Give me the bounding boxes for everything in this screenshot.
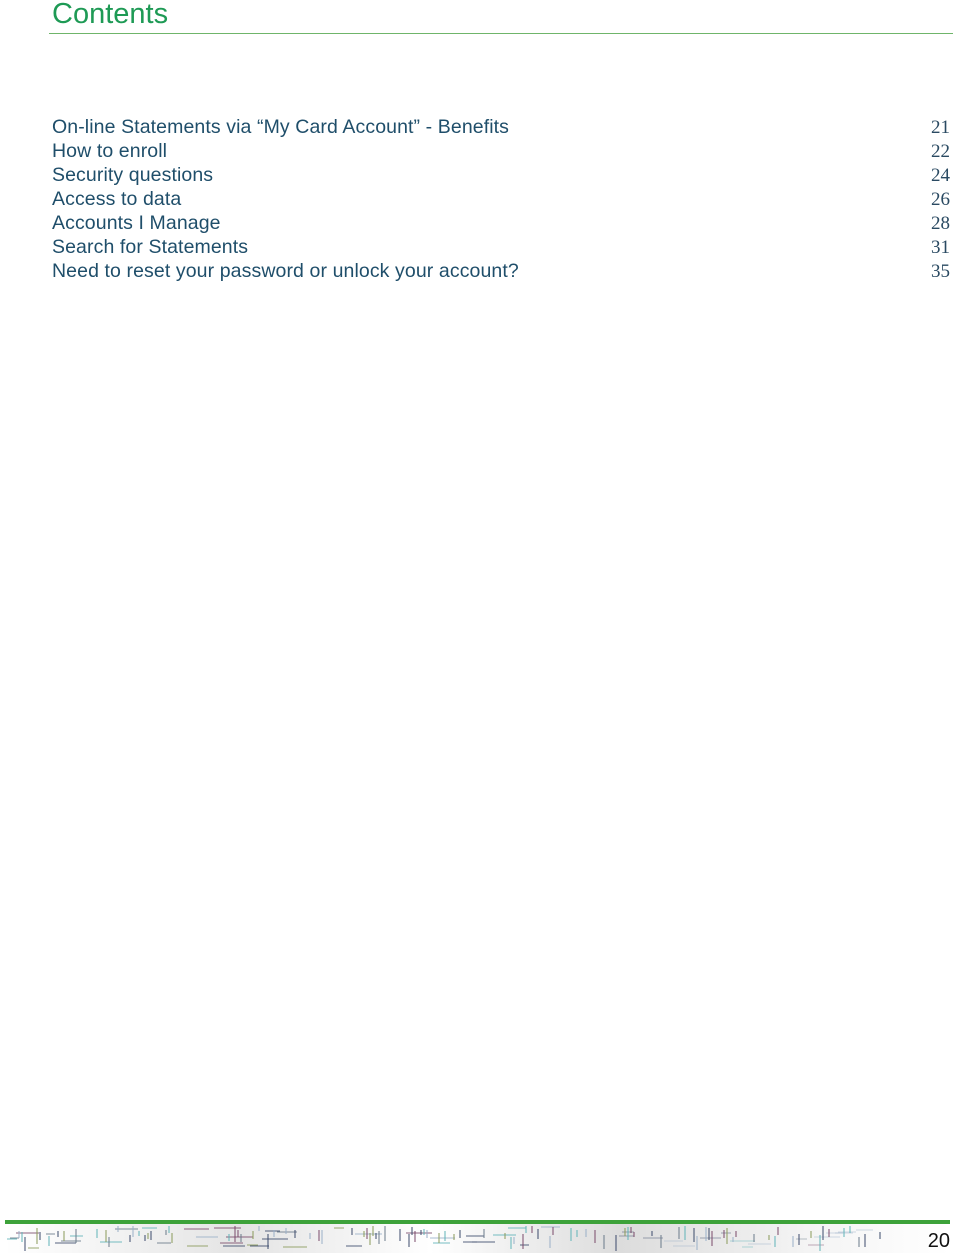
toc-entry-page: 26: [931, 189, 950, 210]
toc-entry-label: Accounts I Manage: [52, 212, 221, 234]
toc-entry-page: 21: [931, 117, 950, 138]
toc-entry[interactable]: Accounts I Manage 28: [52, 211, 950, 235]
toc-entry-label: Need to reset your password or unlock yo…: [52, 260, 519, 282]
toc-entry-label: On-line Statements via “My Card Account”…: [52, 116, 510, 138]
page-number: 20: [927, 1230, 950, 1252]
toc-entry[interactable]: How to enroll 22: [52, 139, 950, 163]
toc-entry[interactable]: On-line Statements via “My Card Account”…: [52, 115, 950, 139]
page-title: Contents: [52, 0, 169, 30]
circuit-pattern-graphic: [7, 1226, 881, 1251]
title-divider: [49, 33, 953, 34]
toc-entry-page: 35: [931, 261, 950, 282]
toc-entry-label: Search for Statements: [52, 236, 249, 258]
toc-entry[interactable]: Search for Statements 31: [52, 235, 950, 259]
table-of-contents: On-line Statements via “My Card Account”…: [52, 115, 950, 283]
footer-decorative-pattern: [5, 1224, 950, 1253]
toc-entry-label: How to enroll: [52, 140, 168, 162]
toc-entry-page: 22: [931, 141, 950, 162]
toc-entry[interactable]: Access to data 26: [52, 187, 950, 211]
toc-entry-label: Access to data: [52, 188, 182, 210]
toc-entry-label: Security questions: [52, 164, 214, 186]
toc-entry-page: 31: [931, 237, 950, 258]
toc-entry[interactable]: Security questions 24: [52, 163, 950, 187]
toc-entry-page: 24: [931, 165, 950, 186]
toc-entry-page: 28: [931, 213, 950, 234]
toc-entry[interactable]: Need to reset your password or unlock yo…: [52, 259, 950, 283]
